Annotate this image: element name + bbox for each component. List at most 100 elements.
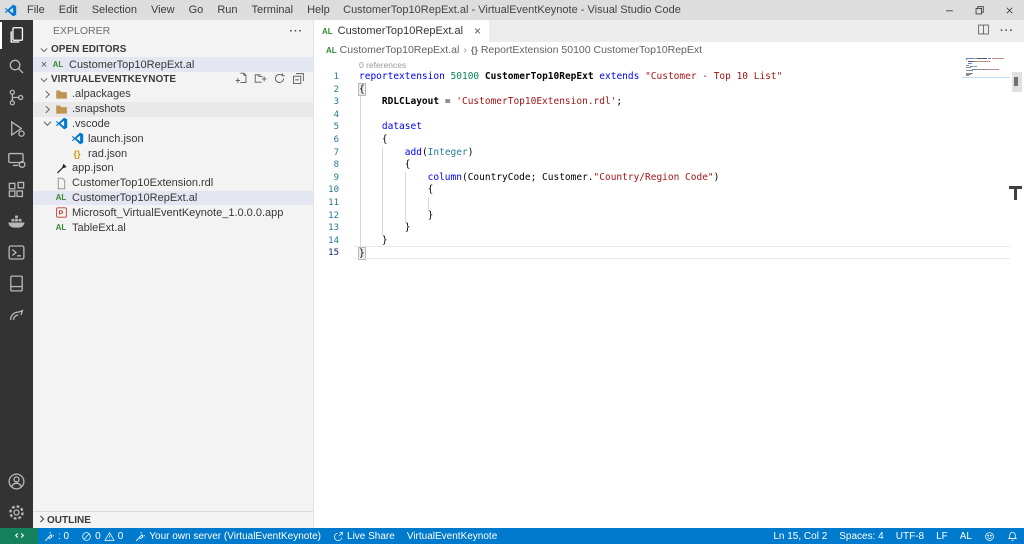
menu-edit[interactable]: Edit	[52, 0, 85, 20]
line-number: 15	[328, 248, 339, 259]
code-line-4[interactable]: 4	[314, 109, 1024, 122]
status-indentation[interactable]: Spaces: 4	[833, 528, 889, 544]
close-window-button[interactable]	[994, 0, 1024, 20]
smiley-icon	[984, 531, 995, 542]
activity-remote-explorer[interactable]	[0, 144, 33, 175]
code-text: {	[358, 82, 366, 96]
status-text: AL	[959, 530, 972, 542]
status-eol[interactable]: LF	[930, 528, 954, 544]
activity-signal[interactable]	[0, 299, 33, 330]
tree-item-launch-json[interactable]: launch.json	[33, 131, 313, 146]
activity-run-debug[interactable]	[0, 113, 33, 144]
activity-settings[interactable]	[0, 497, 33, 528]
activity-extensions[interactable]	[0, 175, 33, 206]
status-problems-status[interactable]: 00	[75, 528, 129, 544]
tree-item--alpackages[interactable]: .alpackages	[33, 87, 313, 102]
code-line-8[interactable]: 8 {	[314, 159, 1024, 172]
status-cursor-position[interactable]: Ln 15, Col 2	[767, 528, 833, 544]
menu-file[interactable]: File	[20, 0, 52, 20]
code-line-13[interactable]: 13 }	[314, 222, 1024, 235]
line-number: 9	[333, 172, 339, 183]
split-editor-icon[interactable]	[977, 23, 990, 39]
minimap-current-line	[962, 76, 1010, 78]
status-language-mode[interactable]: AL	[954, 528, 978, 544]
status-live-share-status[interactable]: Live Share	[327, 528, 401, 544]
refresh-icon[interactable]	[273, 72, 286, 88]
open-editor-label: CustomerTop10RepExt.al	[69, 58, 195, 71]
tree-item-rad-json[interactable]: {} rad.json	[33, 146, 313, 161]
activity-book[interactable]	[0, 268, 33, 299]
tab-customertop10repext[interactable]: AL CustomerTop10RepExt.al ×	[314, 20, 490, 42]
status-feedback[interactable]	[978, 528, 1001, 544]
close-editor-icon[interactable]: ×	[37, 59, 51, 71]
collapse-all-icon[interactable]	[292, 72, 305, 88]
menu-bar: File Edit Selection View Go Run Terminal Help	[20, 0, 337, 20]
tree-item-tableext-al[interactable]: AL TableExt.al	[33, 220, 313, 235]
new-folder-icon[interactable]	[254, 72, 267, 88]
activity-powershell[interactable]	[0, 237, 33, 268]
open-editors-header[interactable]: OPEN EDITORS	[33, 42, 313, 57]
minimap[interactable]	[962, 58, 1010, 78]
title-bar: File Edit Selection View Go Run Terminal Help C…	[0, 0, 1024, 20]
file-type-file-icon	[54, 176, 68, 190]
code-line-11[interactable]: 11	[314, 197, 1024, 210]
minimize-button[interactable]	[934, 0, 964, 20]
tree-item-customertop10extension-rdl[interactable]: CustomerTop10Extension.rdl	[33, 176, 313, 191]
menu-run[interactable]: Run	[210, 0, 244, 20]
code-editor[interactable]: 0 references 1 reportextension 50100 Cust…	[314, 58, 1024, 528]
chevron-right-icon	[41, 104, 54, 115]
workspace-header[interactable]: VIRTUALEVENTKEYNOTE	[33, 72, 313, 87]
tree-item-microsoft-virtualeventkeynote-1-0-0-0-app[interactable]: Microsoft_VirtualEventKeynote_1.0.0.0.ap…	[33, 205, 313, 220]
menu-terminal[interactable]: Terminal	[245, 0, 301, 20]
status-text: UTF-8	[895, 530, 925, 542]
new-file-icon[interactable]	[235, 72, 248, 88]
activity-source-control[interactable]	[0, 82, 33, 113]
breadcrumb-item[interactable]: ReportExtension 50100 CustomerTop10RepEx…	[481, 44, 702, 56]
breadcrumb-item[interactable]: CustomerTop10RepExt.al	[340, 44, 460, 56]
status-remote-indicator[interactable]	[0, 528, 38, 544]
editor-more-actions-icon[interactable]: ···	[1000, 25, 1014, 37]
mouse-cursor-ibeam	[1009, 186, 1022, 200]
chevron-down-icon	[37, 45, 51, 55]
scm-icon	[9, 89, 24, 106]
code-line-2[interactable]: 2{	[314, 82, 1024, 97]
menu-view[interactable]: View	[144, 0, 182, 20]
code-line-6[interactable]: 6 {	[314, 134, 1024, 147]
status-workspace-status[interactable]: VirtualEventKeynote	[401, 528, 503, 544]
activity-bar	[0, 20, 33, 528]
code-line-1[interactable]: 1 reportextension 50100 CustomerTop10RepE…	[314, 71, 1024, 84]
code-text: }	[359, 209, 434, 221]
file-type-app-icon	[54, 206, 68, 220]
menu-help[interactable]: Help	[300, 0, 337, 20]
activity-accounts[interactable]	[0, 466, 33, 497]
outline-section-header[interactable]: OUTLINE	[33, 511, 313, 528]
tree-item--vscode[interactable]: .vscode	[33, 117, 313, 132]
code-line-9[interactable]: 9 column(CountryCode; Customer."Country/…	[314, 172, 1024, 185]
tree-item-customertop10repext-al[interactable]: AL CustomerTop10RepExt.al	[33, 190, 313, 206]
activity-search[interactable]	[0, 51, 33, 82]
line-number: 8	[333, 160, 339, 171]
status-al-server-status[interactable]: Your own server (VirtualEventKeynote)	[129, 528, 327, 544]
code-line-10[interactable]: 10 {	[314, 184, 1024, 197]
menu-selection[interactable]: Selection	[85, 0, 144, 20]
status-al-rad-status[interactable]: : 0	[38, 528, 75, 544]
open-editor-item[interactable]: × AL CustomerTop10RepExt.al	[33, 57, 313, 72]
status-notifications[interactable]	[1001, 528, 1024, 544]
code-line-3[interactable]: 3 RDLCLayout = 'CustomerTop10Extension.r…	[314, 96, 1024, 109]
restore-button[interactable]	[964, 0, 994, 20]
editor-scrollbar[interactable]	[1010, 58, 1024, 528]
tree-item--snapshots[interactable]: .snapshots	[33, 101, 313, 117]
code-line-12[interactable]: 12 }	[314, 210, 1024, 223]
tree-item-app-json[interactable]: app.json	[33, 161, 313, 176]
explorer-more-actions[interactable]: ···	[290, 25, 304, 37]
code-line-5[interactable]: 5 dataset	[314, 121, 1024, 134]
tree-item-label: app.json	[72, 162, 114, 175]
activity-explorer[interactable]	[0, 20, 33, 51]
activity-docker[interactable]	[0, 206, 33, 237]
code-line-7[interactable]: 7 add(Integer)	[314, 147, 1024, 160]
status-encoding[interactable]: UTF-8	[890, 528, 930, 544]
menu-go[interactable]: Go	[182, 0, 211, 20]
close-tab-icon[interactable]: ×	[474, 24, 481, 38]
file-tree: .alpackages .snapshots .vscode launch.json{…	[33, 87, 313, 235]
codelens-references[interactable]: 0 references	[359, 60, 406, 70]
